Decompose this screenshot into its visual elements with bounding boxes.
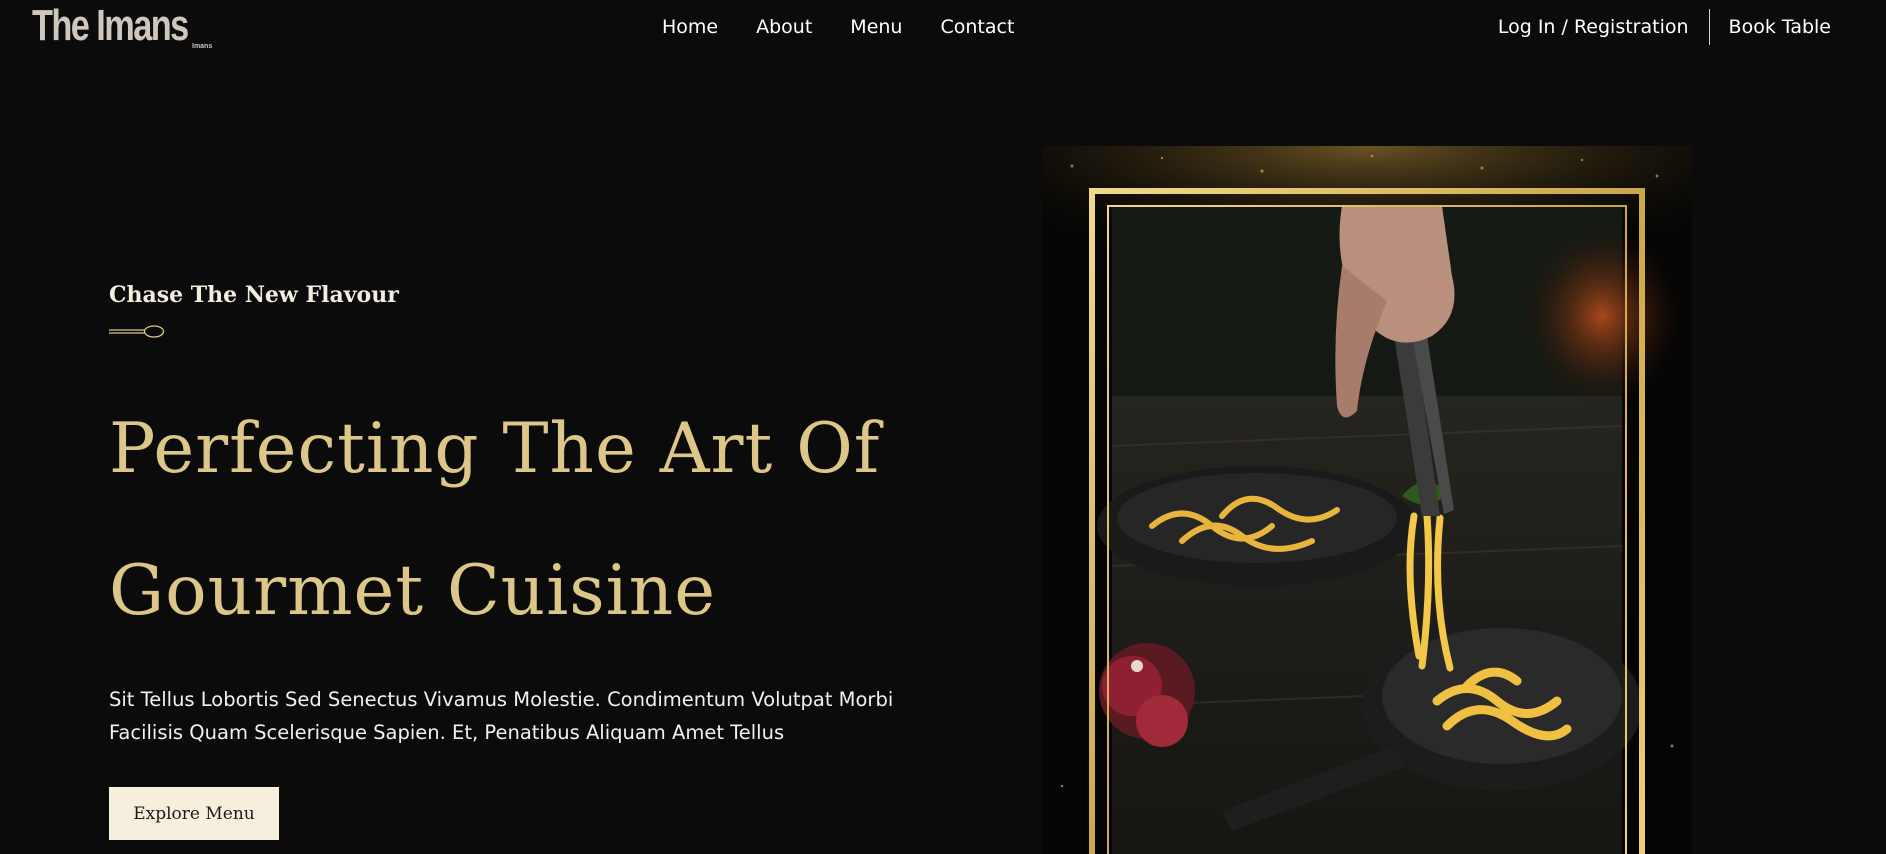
explore-menu-button[interactable]: Explore Menu	[109, 787, 279, 840]
hero-headline: Perfecting The Art Of Gourmet Cuisine	[109, 378, 929, 662]
spoon-icon	[109, 325, 165, 338]
hero-eyebrow: Chase The New Flavour	[109, 282, 399, 308]
login-registration-link[interactable]: Log In / Registration	[1498, 14, 1689, 40]
book-table-link[interactable]: Book Table	[1729, 14, 1831, 40]
main-nav: Home About Menu Contact	[662, 14, 1014, 40]
nav-contact[interactable]: Contact	[940, 14, 1014, 40]
description-line-2: Facilisis Quam Scelerisque Sapien. Et, P…	[109, 721, 785, 744]
nav-about[interactable]: About	[756, 14, 812, 40]
account-nav: Log In / Registration Book Table	[1498, 9, 1831, 45]
brand-logo[interactable]: The Imans Imans	[32, 0, 232, 52]
hero-description: Sit Tellus Lobortis Sed Senectus Vivamus…	[109, 683, 909, 749]
headline-line-2: Gourmet Cuisine	[109, 551, 717, 631]
hero-pasta-image	[1042, 146, 1692, 854]
nav-menu[interactable]: Menu	[850, 14, 902, 40]
description-line-1: Sit Tellus Lobortis Sed Senectus Vivamus…	[109, 688, 894, 711]
nav-divider	[1708, 9, 1710, 45]
brand-name: The Imans	[32, 1, 189, 50]
headline-line-1: Perfecting The Art Of	[109, 409, 881, 489]
brand-tagline: Imans	[192, 43, 213, 50]
nav-home[interactable]: Home	[662, 14, 718, 40]
